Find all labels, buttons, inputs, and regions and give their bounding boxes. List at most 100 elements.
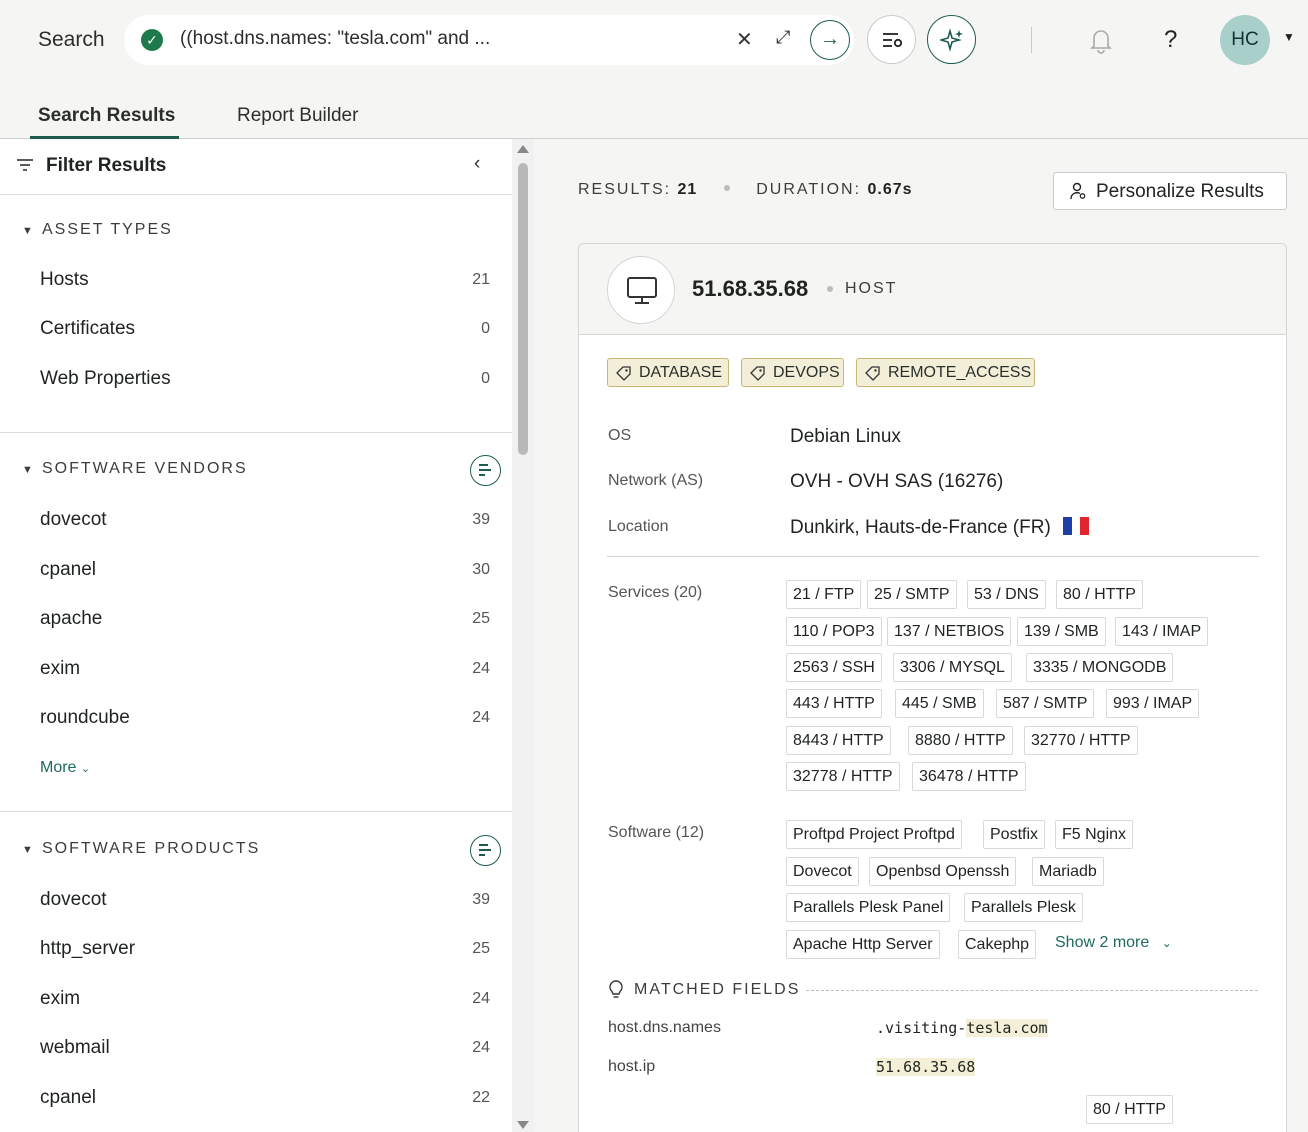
filter-item-cpanel[interactable]: cpanel 22 xyxy=(40,1087,490,1113)
filter-item-count: 22 xyxy=(472,1089,490,1106)
section-divider xyxy=(0,811,512,812)
matched-field-value: 51.68.35.68 xyxy=(876,1058,976,1076)
filter-item-count: 21 xyxy=(472,271,490,288)
tag-database[interactable]: DATABASE xyxy=(607,358,729,387)
service-chip[interactable]: 80 / HTTP xyxy=(1056,580,1143,609)
chevron-down-icon[interactable]: ▼ xyxy=(1283,30,1295,44)
service-chip[interactable]: 8880 / HTTP xyxy=(908,726,1013,755)
filter-item-web-properties[interactable]: Web Properties 0 xyxy=(40,368,490,394)
collapse-sidebar-icon[interactable]: ‹ xyxy=(474,153,480,175)
software-chip[interactable]: Openbsd Openssh xyxy=(869,857,1017,886)
service-chip[interactable]: 139 / SMB xyxy=(1017,617,1106,646)
scroll-up-arrow-icon[interactable] xyxy=(517,145,529,153)
help-icon[interactable]: ? xyxy=(1164,26,1177,54)
sidebar-scrollbar[interactable] xyxy=(512,139,534,1132)
section-asset-types[interactable]: ▼ ASSET TYPES xyxy=(22,221,173,239)
software-chip[interactable]: Mariadb xyxy=(1032,857,1104,886)
software-chip[interactable]: Cakephp xyxy=(958,930,1037,959)
software-chip[interactable]: Apache Http Server xyxy=(786,930,940,959)
filter-item-dovecot[interactable]: dovecot 39 xyxy=(40,889,490,915)
user-avatar[interactable]: HC xyxy=(1220,15,1270,65)
tag-remote-access[interactable]: REMOTE_ACCESS xyxy=(856,358,1035,387)
matched-value-prefix: .visiting- xyxy=(876,1019,967,1037)
service-chip[interactable]: 8443 / HTTP xyxy=(786,726,891,755)
more-vendors-link[interactable]: More ⌄ xyxy=(40,759,90,777)
software-chip[interactable]: Postfix xyxy=(983,820,1046,849)
filter-header: Filter Results ‹ xyxy=(0,139,512,195)
search-query-input[interactable]: ((host.dns.names: "tesla.com" and ... xyxy=(180,28,490,50)
host-ip-link[interactable]: 51.68.35.68 xyxy=(692,276,808,302)
service-chip[interactable]: 3335 / MONGODB xyxy=(1026,653,1174,682)
service-chip[interactable]: 21 / FTP xyxy=(786,580,862,609)
monitor-icon xyxy=(627,277,657,304)
service-chip[interactable]: 25 / SMTP xyxy=(867,580,957,609)
software-chip[interactable]: Parallels Plesk xyxy=(964,893,1083,922)
chevron-down-icon: ⌄ xyxy=(80,763,91,775)
expand-query-icon[interactable]: ⤢ xyxy=(776,27,790,48)
service-chip[interactable]: 587 / SMTP xyxy=(996,689,1095,718)
products-chart-button[interactable] xyxy=(470,835,501,866)
service-chip[interactable]: 36478 / HTTP xyxy=(912,762,1026,791)
filter-item-http-server[interactable]: http_server 25 xyxy=(40,938,490,964)
section-software-products[interactable]: ▼ SOFTWARE PRODUCTS xyxy=(22,840,260,858)
tag-icon xyxy=(750,366,765,381)
service-chip[interactable]: 143 / IMAP xyxy=(1115,617,1209,646)
filter-item-webmail[interactable]: webmail 24 xyxy=(40,1037,490,1063)
matched-fields-header: MATCHED FIELDS xyxy=(608,980,1258,1000)
show-more-software-link[interactable]: Show 2 more ⌄ xyxy=(1055,934,1172,952)
service-chip[interactable]: 3306 / MYSQL xyxy=(893,653,1012,682)
filter-item-apache[interactable]: apache 25 xyxy=(40,608,490,634)
result-card: 51.68.35.68 HOST DATABASE DEVOPS REMOTE_… xyxy=(578,243,1287,1132)
filter-item-dovecot[interactable]: dovecot 39 xyxy=(40,509,490,535)
network-value[interactable]: OVH - OVH SAS (16276) xyxy=(790,471,1003,493)
run-search-button[interactable]: → xyxy=(810,20,850,60)
service-chip[interactable]: 445 / SMB xyxy=(895,689,984,718)
service-chip[interactable]: 32778 / HTTP xyxy=(786,762,900,791)
section-divider xyxy=(0,432,512,433)
software-chip[interactable]: Dovecot xyxy=(786,857,859,886)
matched-value-highlight: tesla.com xyxy=(966,1019,1048,1037)
search-box[interactable]: ✓ ((host.dns.names: "tesla.com" and ... … xyxy=(124,15,854,65)
service-chip[interactable]: 110 / POP3 xyxy=(786,617,882,646)
location-row[interactable]: Dunkirk, Hauts-de-France (FR) xyxy=(790,517,1089,539)
service-chip[interactable]: 443 / HTTP xyxy=(786,689,882,718)
notification-bell-icon[interactable] xyxy=(1089,26,1113,54)
filter-item-exim[interactable]: exim 24 xyxy=(40,988,490,1014)
os-label: OS xyxy=(608,427,632,444)
tab-search-results[interactable]: Search Results xyxy=(38,105,175,127)
service-chip[interactable]: 993 / IMAP xyxy=(1106,689,1200,718)
matched-value-highlight: 51.68.35.68 xyxy=(876,1058,976,1076)
filter-item-count: 0 xyxy=(481,320,490,337)
scrollbar-thumb[interactable] xyxy=(518,163,528,455)
ai-assist-button[interactable] xyxy=(927,15,976,64)
filter-item-count: 30 xyxy=(472,561,490,578)
location-value: Dunkirk, Hauts-de-France (FR) xyxy=(790,517,1051,538)
location-label: Location xyxy=(608,518,669,535)
scroll-down-arrow-icon[interactable] xyxy=(517,1121,529,1129)
tab-report-builder[interactable]: Report Builder xyxy=(237,105,358,127)
filter-item-cpanel[interactable]: cpanel 30 xyxy=(40,559,490,585)
filter-item-count: 39 xyxy=(472,891,490,908)
software-chip[interactable]: Parallels Plesk Panel xyxy=(786,893,951,922)
matched-service-chip[interactable]: 80 / HTTP xyxy=(1086,1095,1173,1124)
software-chip[interactable]: Proftpd Project Proftpd xyxy=(786,820,962,849)
results-summary: RESULTS: 21 DURATION: 0.67s xyxy=(578,181,913,199)
personalize-results-button[interactable]: Personalize Results xyxy=(1053,172,1287,210)
clear-query-icon[interactable]: ✕ xyxy=(736,27,753,52)
query-settings-button[interactable] xyxy=(867,15,916,64)
service-chip[interactable]: 53 / DNS xyxy=(967,580,1046,609)
software-chip[interactable]: F5 Nginx xyxy=(1055,820,1134,849)
service-chip[interactable]: 32770 / HTTP xyxy=(1024,726,1138,755)
service-chip[interactable]: 2563 / SSH xyxy=(786,653,882,682)
os-value[interactable]: Debian Linux xyxy=(790,426,901,448)
tag-devops[interactable]: DEVOPS xyxy=(741,358,844,387)
filter-item-certificates[interactable]: Certificates 0 xyxy=(40,318,490,344)
vendors-chart-button[interactable] xyxy=(470,455,501,486)
toolbar-divider xyxy=(1031,27,1032,53)
bar-chart-icon xyxy=(479,844,491,856)
filter-item-exim[interactable]: exim 24 xyxy=(40,658,490,684)
service-chip[interactable]: 137 / NETBIOS xyxy=(887,617,1012,646)
filter-item-hosts[interactable]: Hosts 21 xyxy=(40,269,490,295)
section-software-vendors[interactable]: ▼ SOFTWARE VENDORS xyxy=(22,460,248,478)
filter-item-roundcube[interactable]: roundcube 24 xyxy=(40,707,490,733)
